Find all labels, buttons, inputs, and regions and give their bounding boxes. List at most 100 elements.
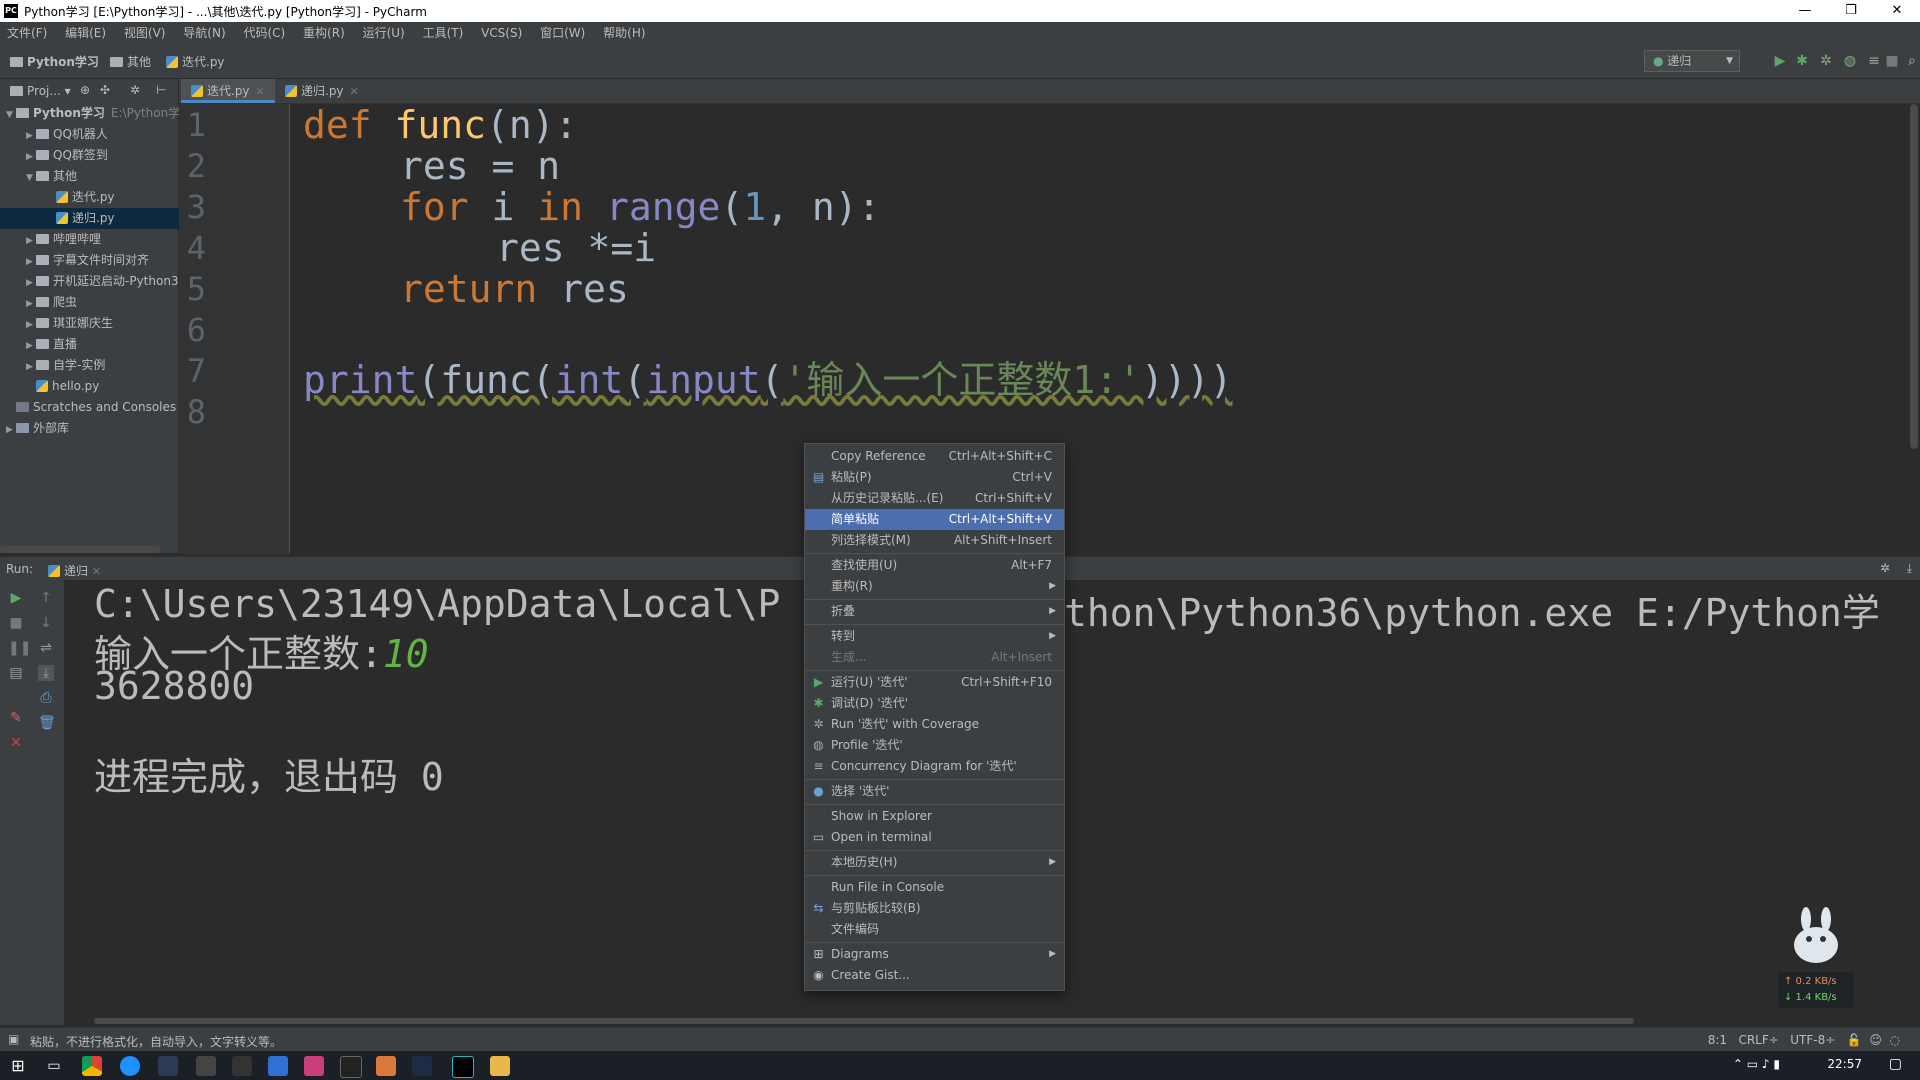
- run-config-select[interactable]: ● 递归 ▼: [1644, 50, 1740, 72]
- chevron-right-icon[interactable]: ▶: [6, 420, 16, 439]
- context-menu-item[interactable]: 本地历史(H) ▶: [805, 852, 1064, 873]
- caret-position[interactable]: 8:1: [1708, 1033, 1727, 1047]
- down-icon[interactable]: ↓: [38, 615, 54, 631]
- file-explorer-icon[interactable]: [490, 1056, 510, 1076]
- context-menu-item[interactable]: 折叠 ▶: [805, 601, 1064, 622]
- tree-item[interactable]: ▶ QQ机器人: [0, 124, 204, 145]
- code-line-3[interactable]: for i in range(1, n):: [400, 185, 881, 229]
- browser-icon[interactable]: [120, 1056, 140, 1076]
- context-menu-item[interactable]: ▤ 粘贴(P) Ctrl+V: [805, 467, 1064, 488]
- close-icon[interactable]: ✕: [8, 735, 24, 751]
- app-icon[interactable]: [376, 1056, 396, 1076]
- tree-item[interactable]: ▶ 琪亚娜庆生: [0, 313, 204, 334]
- pycharm-icon[interactable]: [452, 1056, 474, 1078]
- project-scrollbar[interactable]: [0, 546, 160, 553]
- stop-icon[interactable]: ■: [8, 615, 24, 631]
- chevron-right-icon[interactable]: ▶: [26, 336, 36, 355]
- chevron-down-icon[interactable]: ▼: [26, 168, 36, 187]
- chevron-down-icon[interactable]: ▼: [6, 105, 16, 124]
- app-icon[interactable]: [196, 1056, 216, 1076]
- chrome-icon[interactable]: [82, 1056, 102, 1076]
- tree-item[interactable]: ▶ 开机延迟启动-Python3: [0, 271, 204, 292]
- code-line-2[interactable]: res = n: [400, 144, 560, 188]
- chevron-right-icon[interactable]: ▶: [26, 231, 36, 250]
- chevron-right-icon[interactable]: ▶: [26, 147, 36, 166]
- tree-item[interactable]: hello.py: [0, 376, 204, 397]
- context-menu-item[interactable]: ⇆ 与剪贴板比较(B): [805, 898, 1064, 919]
- context-menu-item[interactable]: ⊞ Diagrams ▶: [805, 944, 1064, 965]
- tree-item[interactable]: ▶ 爬虫: [0, 292, 204, 313]
- terminal-icon[interactable]: [340, 1056, 362, 1078]
- menu-help[interactable]: 帮助(H): [596, 22, 652, 44]
- coverage-icon[interactable]: ✲: [1818, 53, 1834, 69]
- profile-icon[interactable]: ◍: [1842, 53, 1858, 69]
- menu-run[interactable]: 运行(U): [356, 22, 412, 44]
- context-menu-item[interactable]: ✲ Run '迭代' with Coverage: [805, 714, 1064, 735]
- context-menu-item[interactable]: ≡ Concurrency Diagram for '迭代': [805, 756, 1064, 777]
- menu-tools[interactable]: 工具(T): [416, 22, 471, 44]
- breadcrumb-project[interactable]: Python学习: [10, 53, 99, 70]
- context-menu-item[interactable]: ▭ Open in terminal: [805, 827, 1064, 848]
- layout-icon[interactable]: ▤: [8, 665, 24, 681]
- app-icon[interactable]: [158, 1056, 178, 1076]
- menu-refactor[interactable]: 重构(R): [296, 22, 352, 44]
- tree-item[interactable]: ▶ 自学-实例: [0, 355, 204, 376]
- context-menu-item[interactable]: 简单粘贴 Ctrl+Alt+Shift+V: [805, 509, 1064, 530]
- project-view-select[interactable]: Proj... ▾: [10, 84, 71, 98]
- context-menu-item[interactable]: 重构(R) ▶: [805, 576, 1064, 597]
- tree-item[interactable]: ▶ 外部库: [0, 418, 184, 439]
- scroll-to-end-icon[interactable]: ⤓: [38, 665, 54, 681]
- code-line-4[interactable]: res *=i: [496, 226, 656, 270]
- windows-start-icon[interactable]: ⊞: [8, 1056, 28, 1076]
- minimize-button[interactable]: —: [1782, 0, 1828, 22]
- tree-item[interactable]: ▶ 哔哩哔哩: [0, 229, 204, 250]
- tab-recursion[interactable]: 递归.py ✕: [275, 79, 369, 103]
- close-tab-icon[interactable]: ✕: [350, 85, 359, 98]
- up-icon[interactable]: ↑: [38, 590, 54, 606]
- pause-icon[interactable]: ❚❚: [8, 640, 31, 656]
- hide-panel-icon[interactable]: ⤓: [1907, 561, 1912, 576]
- app-icon[interactable]: [232, 1056, 252, 1076]
- event-log-icon[interactable]: ◌: [1890, 1033, 1900, 1047]
- code-line-5[interactable]: return res: [400, 267, 629, 311]
- chevron-right-icon[interactable]: ▶: [26, 294, 36, 313]
- concurrency-icon[interactable]: ≡: [1866, 53, 1882, 69]
- tree-item[interactable]: ▼ 其他: [0, 166, 204, 187]
- context-menu-item[interactable]: 文件编码: [805, 919, 1064, 940]
- debug-icon[interactable]: ✱: [1794, 53, 1810, 69]
- code-line-1[interactable]: def func(n):: [303, 103, 578, 147]
- menu-navigate[interactable]: 导航(N): [176, 22, 232, 44]
- chevron-right-icon[interactable]: ▶: [26, 315, 36, 334]
- menu-edit[interactable]: 编辑(E): [58, 22, 113, 44]
- app-icon[interactable]: [268, 1056, 288, 1076]
- chevron-right-icon[interactable]: ▶: [26, 252, 36, 271]
- tab-iter[interactable]: 迭代.py ✕: [181, 79, 275, 103]
- menu-vcs[interactable]: VCS(S): [474, 22, 529, 44]
- tree-item[interactable]: ▶ QQ群签到: [0, 145, 204, 166]
- context-menu-item[interactable]: 转到 ▶: [805, 626, 1064, 647]
- chevron-right-icon[interactable]: ▶: [26, 273, 36, 292]
- scroll-from-source-icon[interactable]: ⊕: [80, 83, 90, 97]
- editor-scrollbar[interactable]: [1910, 104, 1918, 449]
- context-menu-item[interactable]: ✱ 调试(D) '迭代': [805, 693, 1064, 714]
- tool-windows-icon[interactable]: ▣: [8, 1032, 19, 1046]
- search-icon[interactable]: ⌕: [1904, 53, 1920, 69]
- line-separator[interactable]: CRLF÷: [1738, 1033, 1778, 1047]
- file-encoding[interactable]: UTF-8÷: [1790, 1033, 1835, 1047]
- run-tab[interactable]: 递归 ✕: [48, 562, 101, 579]
- menu-window[interactable]: 窗口(W): [533, 22, 592, 44]
- close-tab-icon[interactable]: ✕: [92, 565, 101, 578]
- hide-icon[interactable]: ⊢: [156, 83, 166, 97]
- pin-icon[interactable]: ✎: [8, 710, 24, 726]
- lock-icon[interactable]: 🔓: [1847, 1033, 1862, 1047]
- context-menu-item[interactable]: 列选择模式(M) Alt+Shift+Insert: [805, 530, 1064, 551]
- context-menu-item[interactable]: Show in Explorer: [805, 806, 1064, 827]
- maximize-button[interactable]: ❐: [1828, 0, 1874, 22]
- tree-item[interactable]: ▶ 直播: [0, 334, 204, 355]
- chevron-right-icon[interactable]: ▶: [26, 126, 36, 145]
- trash-icon[interactable]: 🗑: [38, 715, 56, 731]
- gear-icon[interactable]: ✲: [130, 83, 140, 97]
- tree-item[interactable]: Scratches and Consoles: [0, 397, 184, 418]
- context-menu-item[interactable]: ◍ Profile '迭代': [805, 735, 1064, 756]
- print-icon[interactable]: ⎙: [38, 690, 54, 706]
